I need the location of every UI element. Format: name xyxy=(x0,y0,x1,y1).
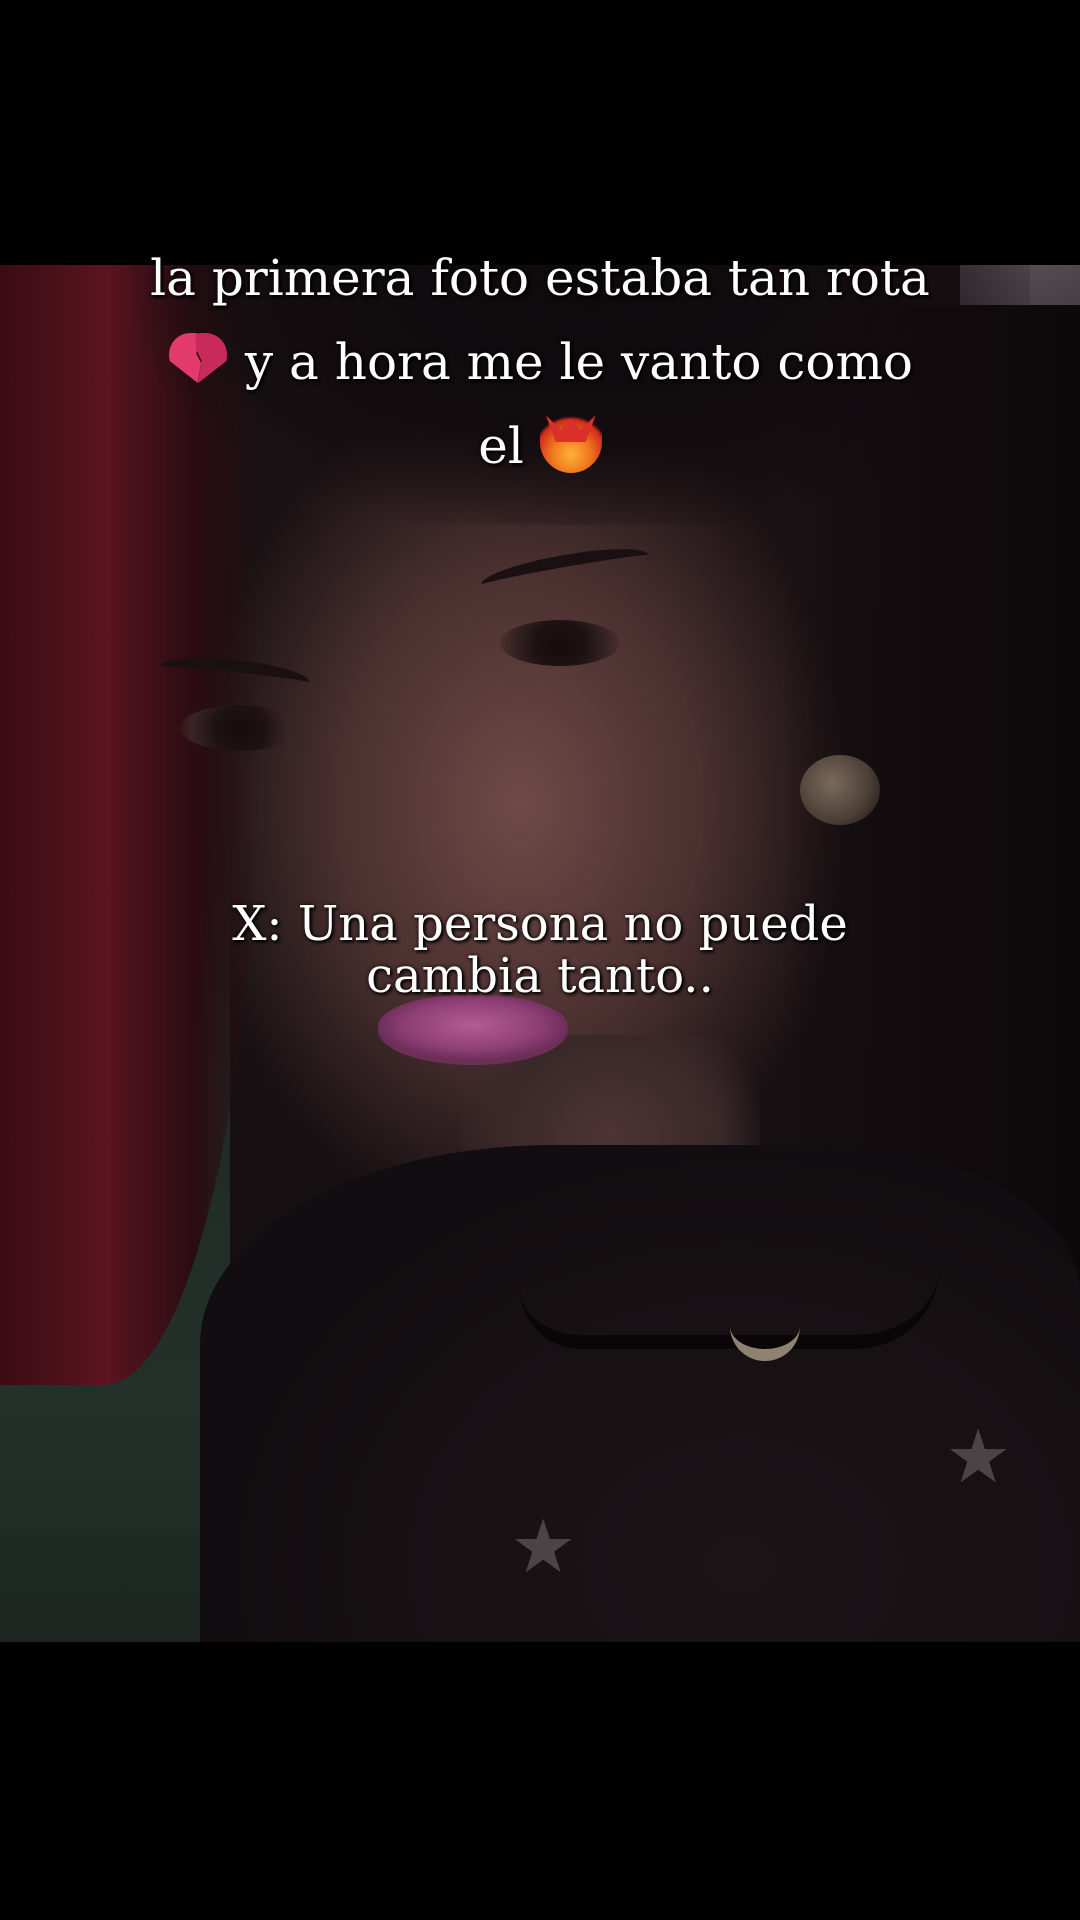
caption-top-line-2: y a hora me le vanto como xyxy=(0,320,1080,404)
choker-necklace xyxy=(520,1265,940,1349)
earring xyxy=(800,755,880,825)
phoenix-icon xyxy=(539,411,602,473)
caption-top-line-3-text: el xyxy=(478,417,540,475)
caption-top-line-3: el xyxy=(0,404,1080,488)
video-frame: ★ ★ la primera foto estaba tan rota y a … xyxy=(0,0,1080,1920)
shirt-star-print: ★ xyxy=(510,1504,577,1590)
eye-right xyxy=(500,620,620,666)
caption-mid-line-2: cambia tanto.. xyxy=(366,948,714,1004)
caption-top-line-2-text: y a hora me le vanto como xyxy=(229,333,913,391)
caption-top-line-1: la primera foto estaba tan rota xyxy=(150,249,930,307)
black-shirt xyxy=(200,1145,1080,1642)
caption-mid: X: Una persona no puede cambia tanto.. xyxy=(0,898,1080,1002)
broken-heart-icon xyxy=(167,327,229,389)
eye-left xyxy=(180,705,300,751)
caption-mid-line-1: X: Una persona no puede xyxy=(232,896,848,952)
caption-top: la primera foto estaba tan rota y a hora… xyxy=(0,236,1080,488)
shirt-star-print: ★ xyxy=(945,1414,1012,1500)
lips xyxy=(378,995,568,1065)
eyebrow-right xyxy=(478,540,652,600)
